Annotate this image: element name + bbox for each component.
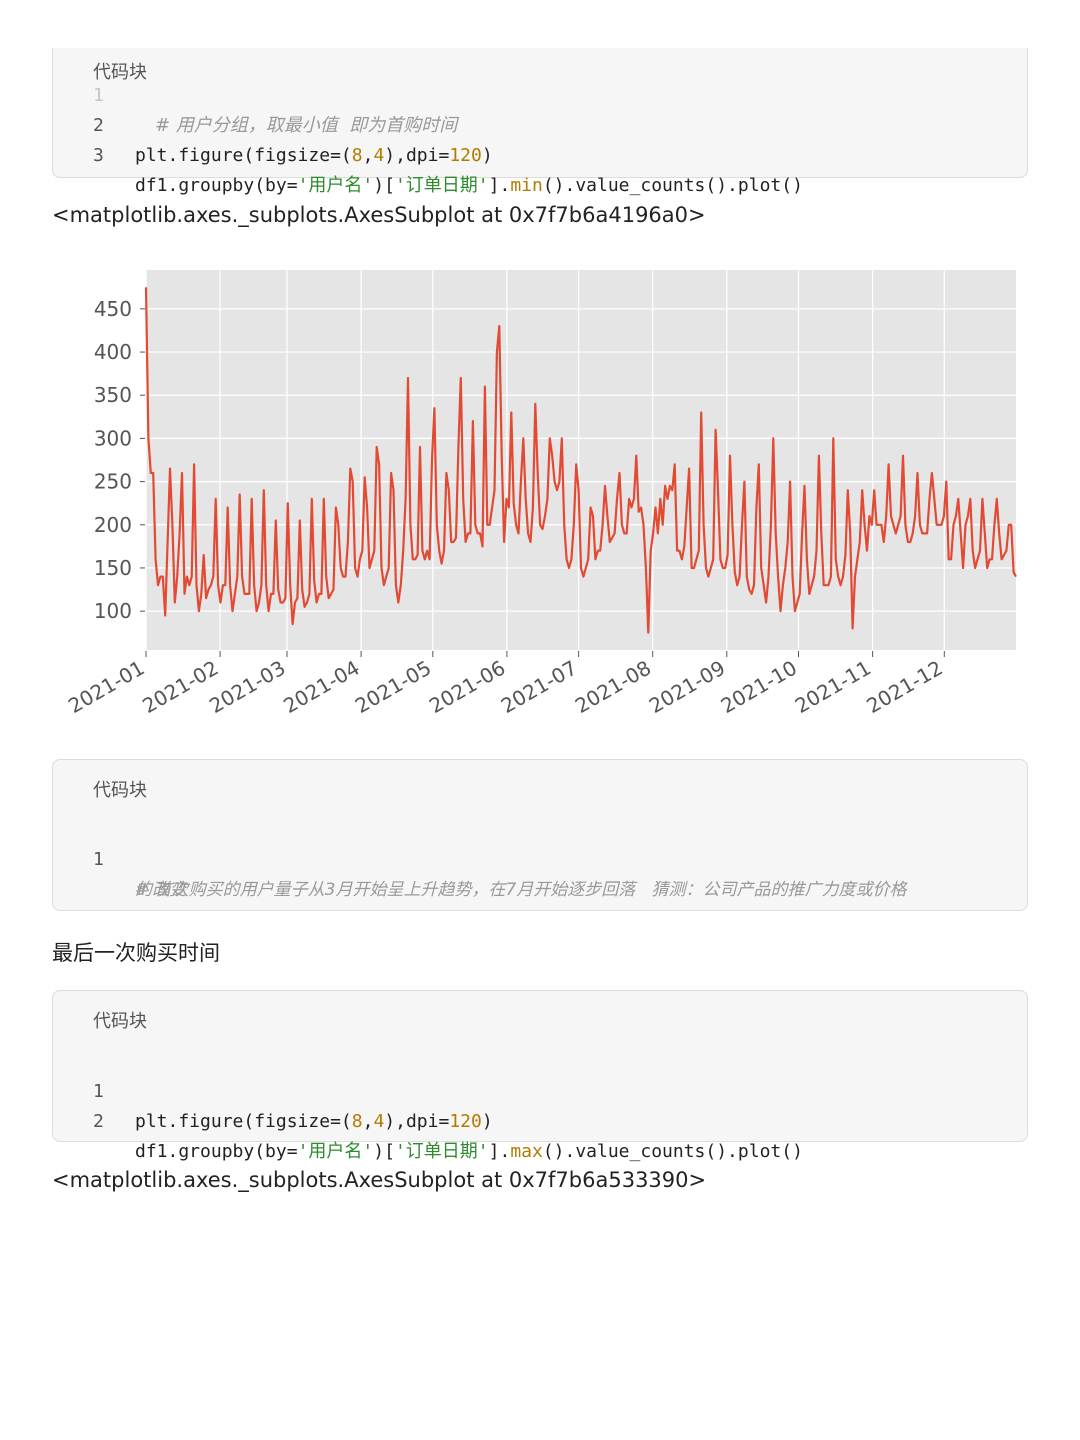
y-tick-label: 100 bbox=[94, 599, 132, 623]
x-tick-label: 2021-03 bbox=[205, 656, 289, 719]
code-line-2: 2 plt.figure(figsize=(8,4),dpi=120) bbox=[93, 81, 1007, 166]
x-tick-label: 2021-12 bbox=[862, 656, 946, 719]
x-tick-label: 2021-06 bbox=[425, 656, 509, 719]
x-tick-label: 2021-02 bbox=[138, 656, 222, 719]
x-tick-label: 2021-04 bbox=[279, 656, 363, 719]
x-tick-label: 2021-05 bbox=[351, 656, 435, 719]
code-text: df1.groupby(by='用户名')['订单日期'].max().valu… bbox=[135, 1141, 803, 1162]
cell-output-text: <matplotlib.axes._subplots.AxesSubplot a… bbox=[52, 1168, 707, 1192]
x-tick-label: 2021-08 bbox=[571, 656, 655, 719]
code-block-1: 代码块 1 # 用户分组，取最小值 即为首购时间 2 plt.figure(fi… bbox=[52, 48, 1028, 196]
line-number: 2 bbox=[93, 1111, 104, 1132]
code-line-2: 2 df1.groupby(by='用户名')['订单日期'].max().va… bbox=[93, 1077, 1007, 1162]
code-text: df1.groupby(by='用户名')['订单日期'].min().valu… bbox=[135, 175, 803, 196]
code-block-2: 代码块 1 # 首次购买的用户量子从3月开始呈上升趋势，在7月开始逐步回落 猜测… bbox=[52, 759, 1028, 911]
y-tick-label: 450 bbox=[94, 297, 132, 321]
section-heading: 最后一次购买时间 bbox=[52, 941, 220, 965]
code-line-3: 3 df1.groupby(by='用户名')['订单日期'].min().va… bbox=[93, 111, 1007, 196]
code-block-3: 代码块 1 plt.figure(figsize=(8,4),dpi=120) … bbox=[52, 990, 1028, 1162]
y-tick-label: 400 bbox=[94, 340, 132, 364]
code-comment: # 首次购买的用户量子从3月开始呈上升趋势，在7月开始逐步回落 猜测：公司产品的… bbox=[135, 880, 907, 900]
x-tick-label: 2021-07 bbox=[497, 656, 581, 719]
line-number: 3 bbox=[93, 145, 104, 166]
x-tick-label: 2021-10 bbox=[717, 656, 801, 719]
code-comment: 的改变 bbox=[135, 880, 186, 900]
y-tick-label: 150 bbox=[94, 556, 132, 580]
x-tick-label: 2021-09 bbox=[645, 656, 729, 719]
x-tick-label: 2021-01 bbox=[64, 656, 148, 719]
code-line-1: 1 # 首次购买的用户量子从3月开始呈上升趋势，在7月开始逐步回落 猜测：公司产… bbox=[93, 815, 1007, 900]
y-axis-ticks: 100 150 200 250 300 350 400 450 bbox=[94, 297, 145, 623]
code-block-label: 代码块 bbox=[93, 780, 147, 801]
code-line-1: 1 plt.figure(figsize=(8,4),dpi=120) bbox=[93, 1047, 1007, 1132]
code-text: plt.figure(figsize=(8,4),dpi=120) bbox=[135, 145, 493, 166]
x-tick-label: 2021-11 bbox=[791, 656, 875, 719]
y-tick-label: 350 bbox=[94, 383, 132, 407]
y-tick-label: 300 bbox=[94, 426, 132, 450]
line-chart: 100150200250300350400450 2021-012021-022… bbox=[64, 270, 1017, 718]
y-tick-label: 250 bbox=[94, 470, 132, 494]
code-line-1: 1 # 用户分组，取最小值 即为首购时间 bbox=[93, 51, 1007, 136]
code-line-1-wrap: 的改变 bbox=[93, 845, 1007, 900]
code-text: plt.figure(figsize=(8,4),dpi=120) bbox=[135, 1111, 493, 1132]
code-block-label: 代码块 bbox=[93, 1011, 147, 1032]
cell-output-text: <matplotlib.axes._subplots.AxesSubplot a… bbox=[52, 203, 706, 227]
y-tick-label: 200 bbox=[94, 513, 132, 537]
plot-area bbox=[146, 270, 1016, 650]
x-axis-ticks: 2021-012021-022021-032021-042021-052021-… bbox=[64, 651, 947, 718]
